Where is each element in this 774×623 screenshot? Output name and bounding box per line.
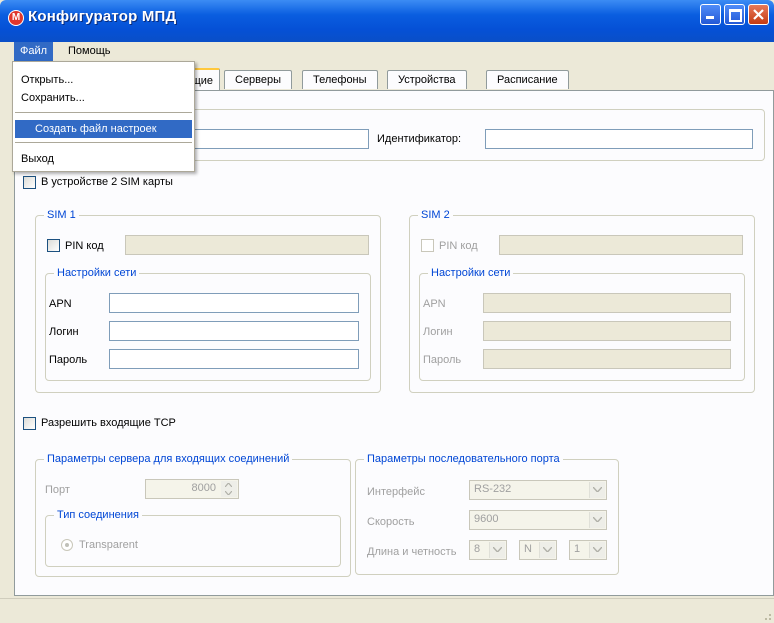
sim2-title: SIM 2 (418, 208, 453, 222)
transparent-label: Transparent (79, 539, 138, 551)
sim2-pin-label: PIN код (439, 240, 478, 252)
interface-select[interactable]: RS-232 (469, 480, 607, 500)
incoming-tcp-checkbox[interactable] (23, 417, 36, 430)
sim1-pin-checkbox[interactable] (47, 239, 60, 252)
sim2-login-input[interactable] (483, 321, 731, 341)
menu-separator (15, 112, 192, 113)
sim1-network-title: Настройки сети (54, 266, 140, 280)
chevron-up-icon (225, 483, 232, 487)
menu-file[interactable]: Файл (14, 42, 54, 61)
menu-separator (15, 142, 192, 143)
sim2-pin-input[interactable] (499, 235, 743, 255)
length-parity-label: Длина и четность (367, 546, 457, 558)
sim2-apn-label: APN (423, 298, 446, 310)
sim1-login-label: Логин (49, 326, 79, 338)
transparent-radio[interactable] (61, 539, 73, 551)
stop-bits-value: 1 (574, 543, 581, 555)
sim2-password-label: Пароль (423, 354, 462, 366)
interface-label: Интерфейс (367, 486, 425, 498)
menu-help[interactable]: Помощь (62, 42, 117, 61)
chevron-down-icon (593, 547, 602, 552)
close-button[interactable] (748, 4, 769, 25)
chevron-down-icon (593, 487, 602, 492)
tab-phones[interactable]: Телефоны (302, 70, 378, 89)
sim2-apn-input[interactable] (483, 293, 731, 313)
status-bar (0, 598, 774, 623)
port-spin-down[interactable] (221, 489, 237, 497)
menu-item-save[interactable]: Сохранить... (15, 89, 192, 107)
conn-type-title: Тип соединения (54, 508, 142, 522)
speed-value: 9600 (474, 513, 499, 525)
port-value: 8000 (191, 482, 216, 494)
sim1-apn-input[interactable] (109, 293, 359, 313)
file-menu-dropdown: Открыть... Сохранить... Создать файл нас… (12, 61, 195, 172)
incoming-tcp-label: Разрешить входящие TCP (41, 417, 176, 429)
sim1-pin-label: PIN код (65, 240, 104, 252)
resize-grip-icon[interactable] (760, 609, 772, 621)
identifier-input[interactable] (485, 129, 753, 149)
port-spin-up[interactable] (221, 481, 237, 489)
chevron-down-icon (225, 491, 232, 495)
sim2-pin-checkbox[interactable] (421, 239, 434, 252)
port-label: Порт (45, 484, 70, 496)
identifier-label: Идентификатор: (377, 133, 462, 145)
two-sim-checkbox[interactable] (23, 176, 36, 189)
sim1-apn-label: APN (49, 298, 72, 310)
serial-params-title: Параметры последовательного порта (364, 452, 563, 466)
tab-servers[interactable]: Серверы (224, 70, 293, 89)
title-bar[interactable]: M Конфигуратор МПД (0, 0, 774, 42)
data-bits-select[interactable]: 8 (469, 540, 507, 560)
server-params-title: Параметры сервера для входящих соединени… (44, 452, 293, 466)
speed-select[interactable]: 9600 (469, 510, 607, 530)
minimize-button[interactable] (700, 4, 721, 25)
sim1-login-input[interactable] (109, 321, 359, 341)
data-bits-value: 8 (474, 543, 481, 555)
sim1-password-input[interactable] (109, 349, 359, 369)
interface-value: RS-232 (474, 483, 512, 495)
menu-item-open[interactable]: Открыть... (15, 71, 192, 89)
sim2-password-input[interactable] (483, 349, 731, 369)
close-icon (753, 9, 764, 20)
tab-schedule[interactable]: Расписание (486, 70, 569, 89)
parity-select[interactable]: N (519, 540, 557, 560)
sim1-pin-input[interactable] (125, 235, 369, 255)
maximize-button[interactable] (724, 4, 745, 25)
menu-item-exit[interactable]: Выход (15, 150, 192, 168)
port-spinner[interactable]: 8000 (145, 479, 239, 499)
menu-bar: Файл Помощь (0, 42, 774, 61)
chevron-down-icon (543, 547, 552, 552)
main-window: M Конфигуратор МПД Файл Помощь Идентифик… (0, 0, 774, 623)
menu-item-create-settings[interactable]: Создать файл настроек (15, 120, 192, 138)
sim1-password-label: Пароль (49, 354, 88, 366)
sim1-title: SIM 1 (44, 208, 79, 222)
sim2-network-title: Настройки сети (428, 266, 514, 280)
chevron-down-icon (493, 547, 502, 552)
app-icon: M (8, 10, 24, 26)
speed-label: Скорость (367, 516, 415, 528)
chevron-down-icon (593, 517, 602, 522)
stop-bits-select[interactable]: 1 (569, 540, 607, 560)
parity-value: N (524, 543, 532, 555)
sim2-login-label: Логин (423, 326, 453, 338)
window-title: Конфигуратор МПД (28, 8, 177, 25)
two-sim-label: В устройстве 2 SIM карты (41, 176, 173, 188)
tab-devices[interactable]: Устройства (387, 70, 467, 89)
